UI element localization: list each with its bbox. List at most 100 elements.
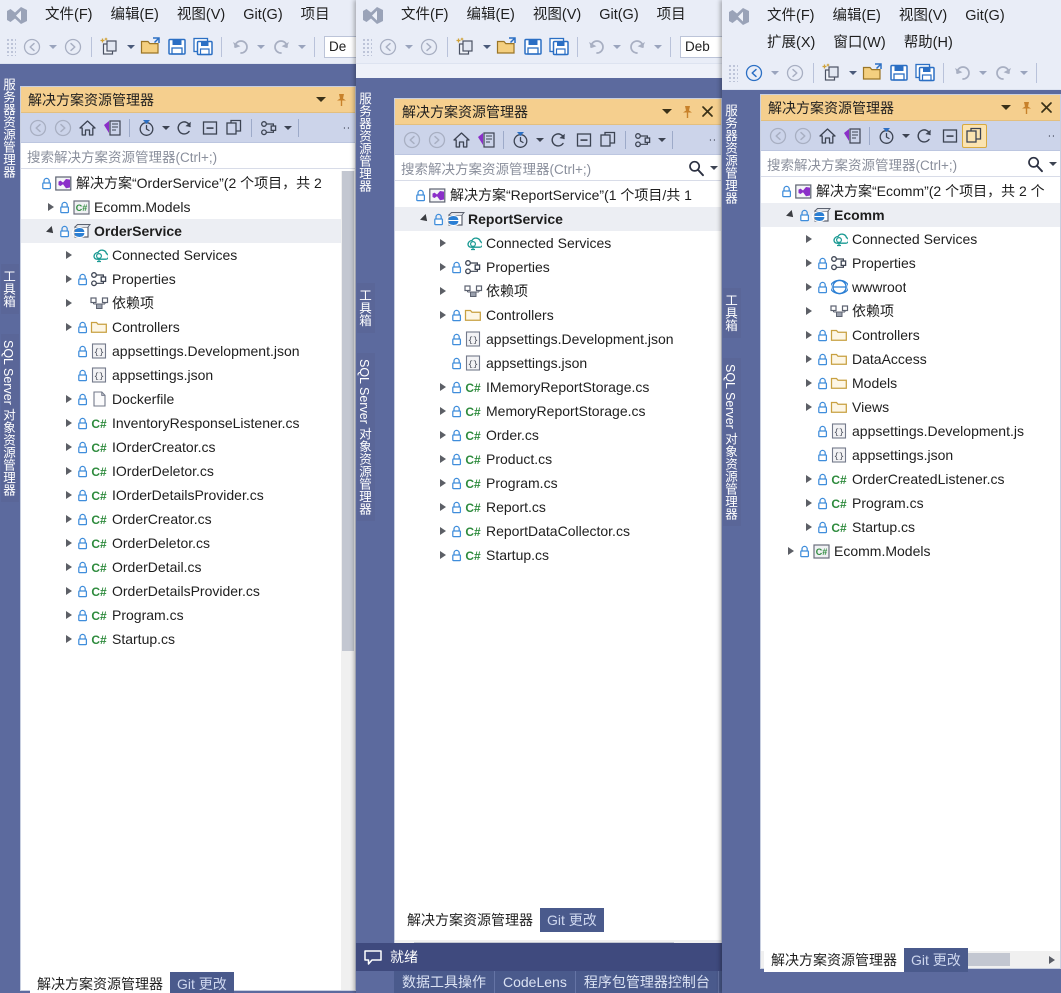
open-file-button[interactable] (494, 34, 520, 60)
sync-with-active-document-icon[interactable] (474, 128, 499, 152)
expander-collapsed[interactable] (801, 523, 816, 531)
menu-item-file[interactable]: 文件(F) (758, 3, 824, 29)
tree-item[interactable]: C# Startup.cs (21, 627, 355, 651)
refresh-icon[interactable] (912, 124, 937, 148)
solution-configuration-combo[interactable]: Deb (680, 35, 722, 58)
menu-item-file[interactable]: 文件(F) (36, 2, 102, 28)
save-button[interactable] (164, 34, 190, 60)
rail-tab-2[interactable]: SQL Server 对象资源管理器 (1, 334, 19, 502)
rail-tab-0[interactable]: 服务器资源管理器 (357, 86, 375, 198)
tree-item[interactable]: C# MemoryReportStorage.cs (395, 399, 721, 423)
save-button[interactable] (520, 34, 546, 60)
tree-item[interactable]: Views (761, 395, 1060, 419)
tree-item[interactable]: Controllers (21, 315, 355, 339)
search-icon[interactable] (1024, 155, 1046, 173)
tree-item[interactable]: {} appsettings.Development.json (395, 327, 721, 351)
se-home-button[interactable] (449, 128, 474, 152)
se-back-button[interactable] (25, 116, 50, 140)
tree-item[interactable]: Properties (21, 267, 355, 291)
tree-item[interactable]: 依赖项 (21, 291, 355, 315)
tree-item[interactable]: C# IOrderDetailsProvider.cs (21, 483, 355, 507)
navigate-forward-button[interactable] (416, 34, 442, 60)
sync-with-active-document-icon[interactable] (100, 116, 125, 140)
dock-tab-git-changes[interactable]: Git 更改 (904, 948, 968, 972)
expander-collapsed[interactable] (61, 635, 76, 643)
new-project-dropdown[interactable] (123, 34, 138, 60)
expander-collapsed[interactable] (61, 443, 76, 451)
collapse-all-icon[interactable] (571, 128, 596, 152)
refresh-icon[interactable] (172, 116, 197, 140)
tree-item[interactable]: C# OrderDetail.cs (21, 555, 355, 579)
undo-dropdown[interactable] (609, 34, 624, 60)
expander-collapsed[interactable] (61, 611, 76, 619)
menu-item-git[interactable]: Git(G) (956, 3, 1013, 29)
toolbar-overflow-icon[interactable]: ∙∙ (1044, 130, 1060, 142)
toolbar-grip[interactable] (6, 37, 16, 56)
rail-tab-1[interactable]: 工具箱 (723, 288, 741, 338)
se-forward-button[interactable] (790, 124, 815, 148)
expander-collapsed[interactable] (435, 263, 450, 271)
tree-item[interactable]: Controllers (395, 303, 721, 327)
tree-item[interactable]: C# OrderDeletor.cs (21, 531, 355, 555)
menu-item-edit[interactable]: 编辑(E) (102, 2, 168, 28)
properties-icon[interactable] (630, 128, 655, 152)
menu-item-extensions[interactable]: 扩展(X) (758, 30, 824, 56)
tree-item[interactable]: C# IMemoryReportStorage.cs (395, 375, 721, 399)
vertical-scrollbar-thumb[interactable] (342, 171, 354, 651)
tree-item[interactable]: C# Report.cs (395, 495, 721, 519)
navigate-backward-dropdown[interactable] (45, 34, 60, 60)
save-button[interactable] (886, 60, 912, 86)
expander-collapsed[interactable] (61, 539, 76, 547)
toolbar-overflow-icon[interactable]: ∙∙ (705, 134, 721, 146)
dock-tab-solution-explorer[interactable]: 解决方案资源管理器 (764, 948, 904, 972)
tree-item[interactable]: {} appsettings.json (395, 351, 721, 375)
redo-dropdown[interactable] (650, 34, 665, 60)
expander-collapsed[interactable] (801, 475, 816, 483)
rail-tab-2[interactable]: SQL Server 对象资源管理器 (723, 358, 741, 526)
expander-collapsed[interactable] (435, 383, 450, 391)
tree-item[interactable]: Connected Services (395, 231, 721, 255)
save-all-button[interactable] (546, 34, 572, 60)
se-forward-button[interactable] (424, 128, 449, 152)
menu-item-edit[interactable]: 编辑(E) (824, 3, 890, 29)
notification-icon[interactable] (356, 949, 390, 966)
expander-collapsed[interactable] (801, 307, 816, 315)
redo-dropdown[interactable] (294, 34, 309, 60)
search-options-dropdown[interactable] (1046, 161, 1060, 166)
expander-expanded[interactable] (43, 226, 58, 236)
new-project-dropdown[interactable] (845, 60, 860, 86)
dock-tab-git-changes[interactable]: Git 更改 (540, 908, 604, 932)
tree-item[interactable]: {} appsettings.Development.json (21, 339, 355, 363)
expander-collapsed[interactable] (435, 503, 450, 511)
tree-item[interactable]: C# Startup.cs (395, 543, 721, 567)
tree-item[interactable]: Connected Services (761, 227, 1060, 251)
expander-collapsed[interactable] (783, 547, 798, 555)
expander-collapsed[interactable] (435, 551, 450, 559)
expander-collapsed[interactable] (61, 323, 76, 331)
dock-tab-solution-explorer[interactable]: 解决方案资源管理器 (400, 908, 540, 932)
tree-item[interactable]: C# Order.cs (395, 423, 721, 447)
rail-tab-1[interactable]: 工具箱 (1, 264, 19, 314)
toolbar-overflow-icon[interactable]: ∙∙ (339, 122, 355, 134)
tree-item[interactable]: C# Program.cs (21, 603, 355, 627)
save-all-button[interactable] (190, 34, 216, 60)
navigate-backward-button[interactable] (741, 60, 767, 86)
tree-item[interactable]: DataAccess (761, 347, 1060, 371)
expander-collapsed[interactable] (61, 419, 76, 427)
properties-dropdown[interactable] (281, 116, 294, 140)
expander-collapsed[interactable] (435, 479, 450, 487)
rail-tab-2[interactable]: SQL Server 对象资源管理器 (357, 353, 375, 521)
output-tab-2[interactable]: 程序包管理器控制台 (576, 971, 719, 993)
se-home-button[interactable] (815, 124, 840, 148)
tree-item[interactable]: {} appsettings.Development.js (761, 419, 1060, 443)
properties-icon[interactable] (256, 116, 281, 140)
search-options-dropdown[interactable] (707, 165, 721, 170)
menu-item-git[interactable]: Git(G) (590, 2, 647, 28)
expander-collapsed[interactable] (801, 499, 816, 507)
new-project-button[interactable] (819, 60, 845, 86)
expander-collapsed[interactable] (61, 491, 76, 499)
tree-item[interactable]: 依赖项 (395, 279, 721, 303)
menu-item-view[interactable]: 视图(V) (524, 2, 590, 28)
se-back-button[interactable] (399, 128, 424, 152)
redo-dropdown[interactable] (1016, 60, 1031, 86)
